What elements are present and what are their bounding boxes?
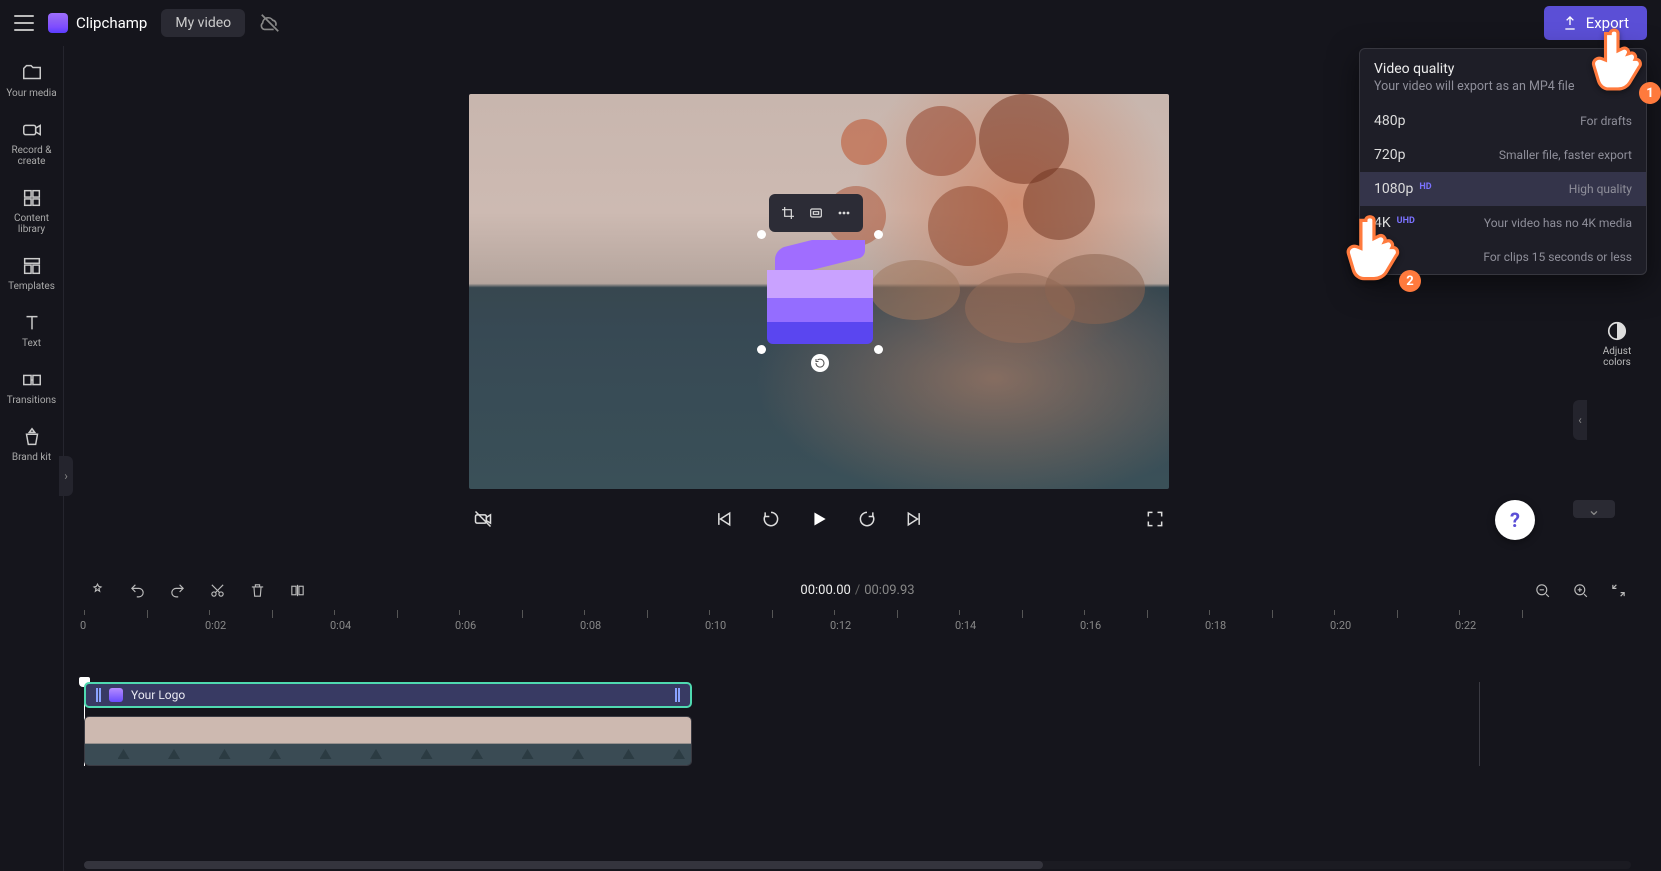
resize-handle-br[interactable]	[874, 345, 883, 354]
more-options-button[interactable]	[831, 200, 857, 226]
help-button[interactable]: ?	[1495, 500, 1535, 540]
resize-handle-tl[interactable]	[757, 230, 766, 239]
sidebar-item-brand-kit[interactable]: Brand kit	[0, 416, 63, 473]
preview-canvas[interactable]	[469, 94, 1169, 489]
timeline-ruler[interactable]: 00:020:040:060:080:100:120:140:160:180:2…	[84, 610, 1651, 636]
selected-element-logo[interactable]	[761, 234, 879, 350]
left-sidebar: Your media Record & create Content libra…	[0, 46, 64, 871]
crop-button[interactable]	[775, 200, 801, 226]
skip-to-end-button[interactable]	[901, 505, 929, 533]
export-button[interactable]: Export	[1544, 6, 1647, 40]
play-button[interactable]	[805, 505, 833, 533]
camera-off-icon[interactable]	[469, 505, 497, 533]
clip-label: Your Logo	[131, 688, 185, 702]
rewind-button[interactable]	[757, 505, 785, 533]
track-clip-video[interactable]	[84, 716, 692, 766]
resize-handle-bl[interactable]	[757, 345, 766, 354]
preview-stage	[64, 46, 1573, 566]
export-option-480p[interactable]: 480p For drafts	[1360, 104, 1646, 138]
clip-trim-right[interactable]	[675, 688, 680, 702]
app-name: Clipchamp	[76, 14, 147, 32]
timeline-end-marker	[1479, 682, 1480, 766]
top-bar: Clipchamp My video Export	[0, 0, 1661, 46]
forward-button[interactable]	[853, 505, 881, 533]
logo-graphic	[767, 240, 873, 344]
export-menu-subtitle: Your video will export as an MP4 file	[1374, 79, 1632, 94]
sidebar-item-record-create[interactable]: Record & create	[0, 109, 63, 177]
timeline-toolbar: 00:00.00/00:09.93	[64, 570, 1651, 610]
fit-button[interactable]	[803, 200, 829, 226]
export-quality-menu: Video quality Your video will export as …	[1359, 48, 1647, 275]
sidebar-item-templates[interactable]: Templates	[0, 245, 63, 302]
timeline-panel: 00:00.00/00:09.93 00:020:040:060:080:100…	[64, 570, 1651, 871]
adjust-colors-button[interactable]: Adjust colors	[1603, 320, 1632, 368]
undo-button[interactable]	[128, 581, 146, 599]
sidebar-item-your-media[interactable]: Your media	[0, 52, 63, 109]
skip-to-start-button[interactable]	[709, 505, 737, 533]
project-title[interactable]: My video	[161, 9, 245, 37]
right-panel-chevron-down[interactable]	[1573, 500, 1615, 518]
right-rail-collapse-toggle[interactable]	[1573, 400, 1587, 440]
clipchamp-logo-icon	[48, 13, 68, 33]
export-button-label: Export	[1586, 14, 1629, 32]
rotate-handle[interactable]	[811, 354, 829, 372]
sidebar-item-content-library[interactable]: Content library	[0, 177, 63, 245]
clip-trim-left[interactable]	[96, 688, 101, 702]
sidebar-item-text[interactable]: Text	[0, 302, 63, 359]
timeline-tracks[interactable]: Your Logo	[84, 682, 1631, 766]
fit-timeline-button[interactable]	[1609, 581, 1627, 599]
export-option-1080p[interactable]: 1080pHD High quality	[1360, 172, 1646, 206]
export-option-4k[interactable]: 4KUHD Your video has no 4K media	[1360, 206, 1646, 240]
delete-button[interactable]	[248, 581, 266, 599]
track-clip-logo[interactable]: Your Logo	[84, 682, 692, 708]
zoom-out-button[interactable]	[1533, 581, 1551, 599]
playback-controls	[469, 505, 1169, 533]
element-toolbar	[769, 194, 863, 232]
export-option-gif[interactable]: GIF For clips 15 seconds or less	[1360, 240, 1646, 274]
cloud-offline-icon[interactable]	[259, 12, 281, 34]
clip-thumbnail-icon	[109, 688, 123, 702]
cut-button[interactable]	[208, 581, 226, 599]
menu-button[interactable]	[14, 15, 34, 31]
app-logo[interactable]: Clipchamp	[48, 13, 147, 33]
timeline-horizontal-scrollbar[interactable]	[84, 861, 1631, 869]
fullscreen-button[interactable]	[1141, 505, 1169, 533]
timecode-display: 00:00.00/00:09.93	[800, 583, 914, 598]
sidebar-item-transitions[interactable]: Transitions	[0, 359, 63, 416]
split-button[interactable]	[288, 581, 306, 599]
zoom-in-button[interactable]	[1571, 581, 1589, 599]
redo-button[interactable]	[168, 581, 186, 599]
export-option-720p[interactable]: 720p Smaller file, faster export	[1360, 138, 1646, 172]
export-menu-title: Video quality	[1374, 61, 1632, 77]
auto-enhance-button[interactable]	[88, 581, 106, 599]
resize-handle-tr[interactable]	[874, 230, 883, 239]
